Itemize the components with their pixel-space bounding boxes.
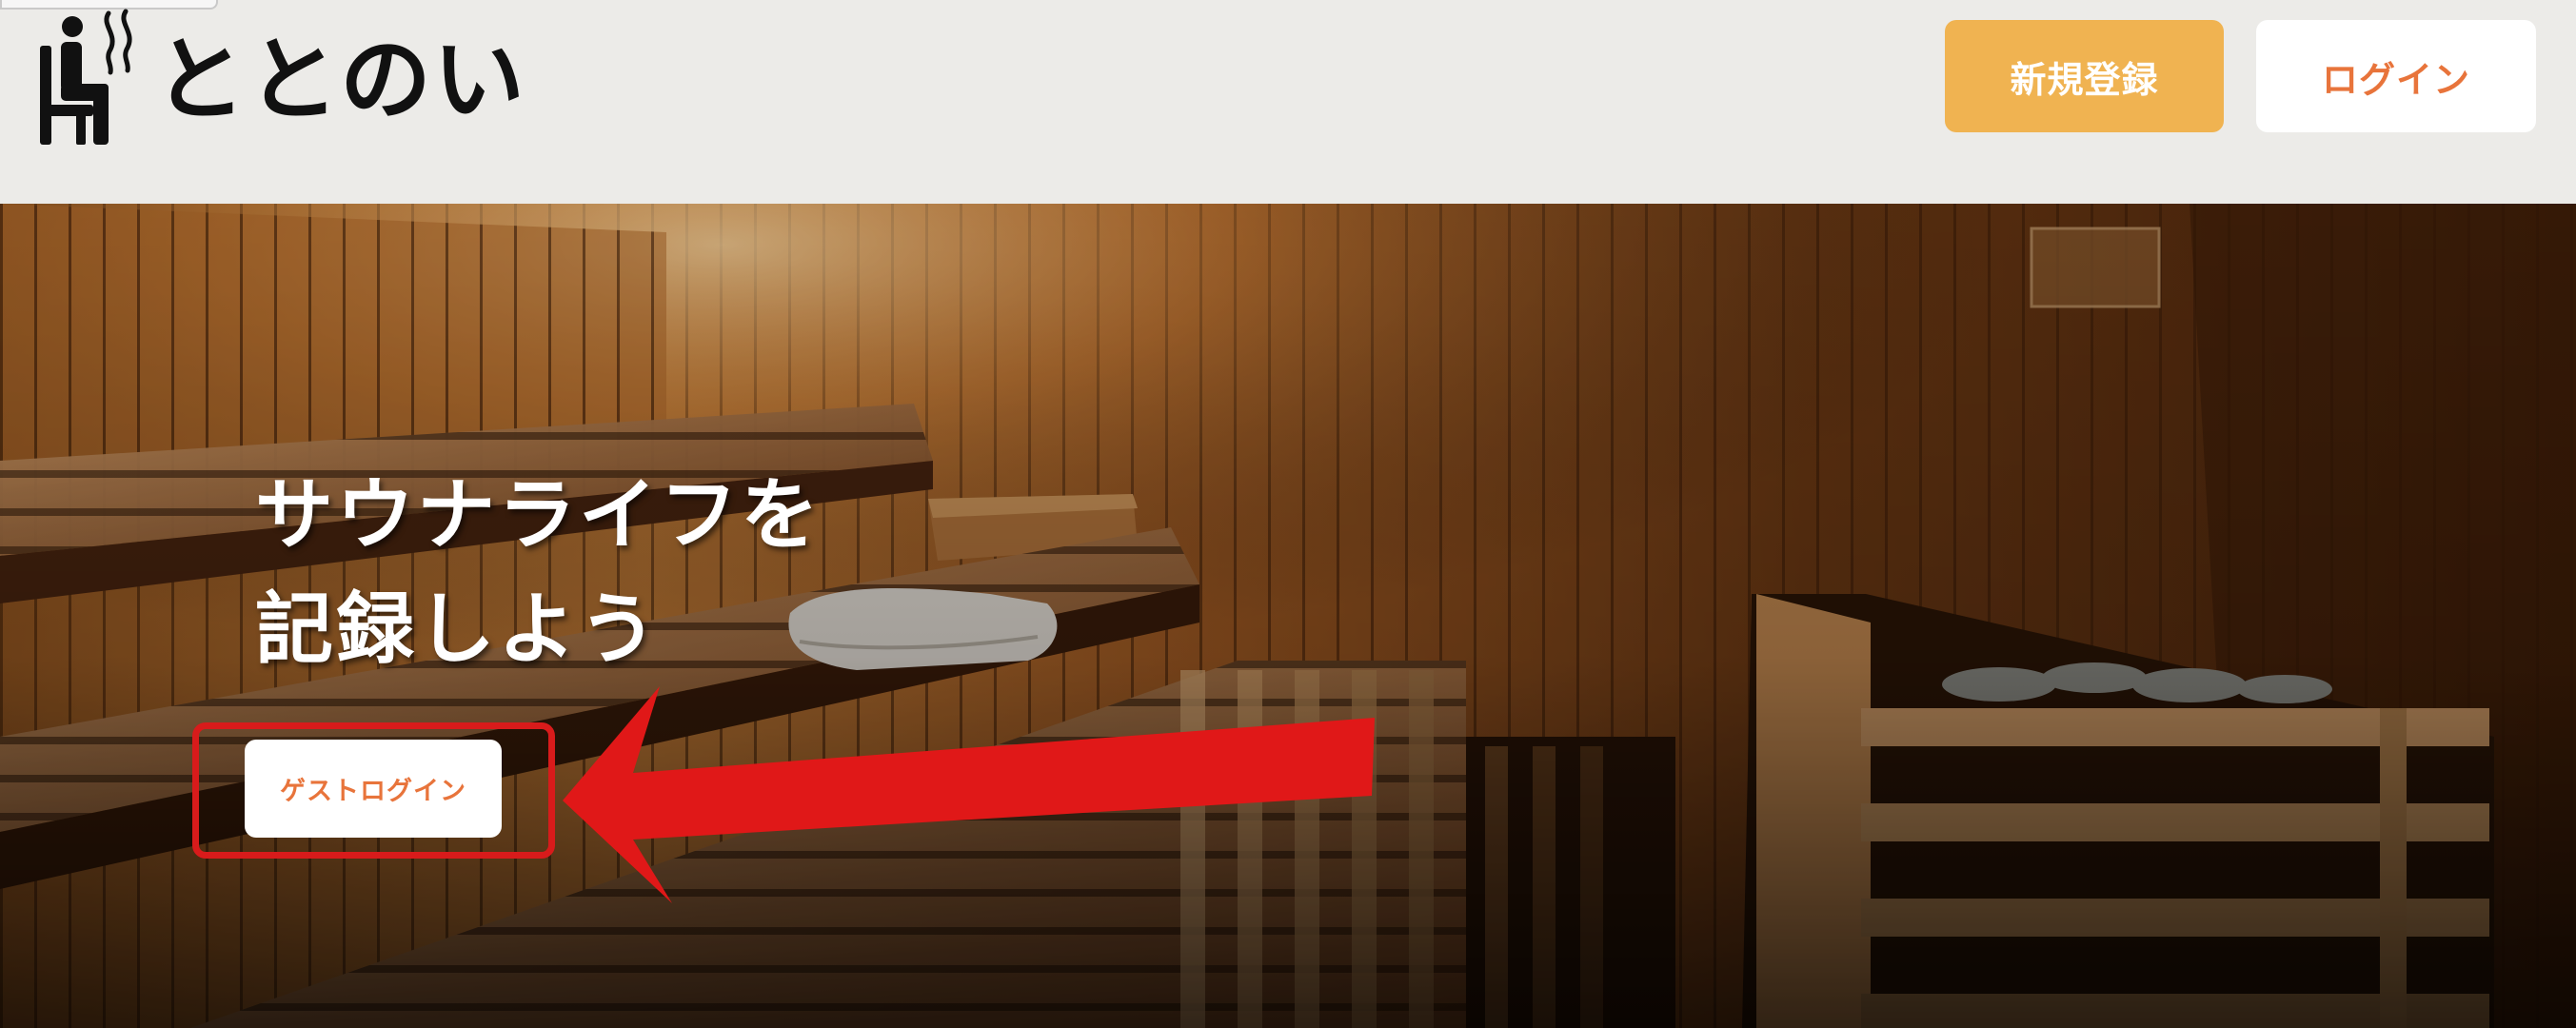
site-logo[interactable]: ととのい <box>34 6 526 148</box>
logo-text: ととのい <box>154 27 527 133</box>
login-button[interactable]: ログイン <box>2256 20 2536 132</box>
signup-button[interactable]: 新規登録 <box>1945 20 2224 132</box>
site-header: ととのい 新規登録 ログイン <box>0 0 2576 204</box>
page: ととのい 新規登録 ログイン サウナライフを 記録しよう ゲストログイン <box>0 0 2576 1028</box>
hero-section: サウナライフを 記録しよう ゲストログイン <box>0 204 2576 1028</box>
sauna-person-icon <box>40 9 132 145</box>
red-arrow-annotation <box>563 686 1375 903</box>
